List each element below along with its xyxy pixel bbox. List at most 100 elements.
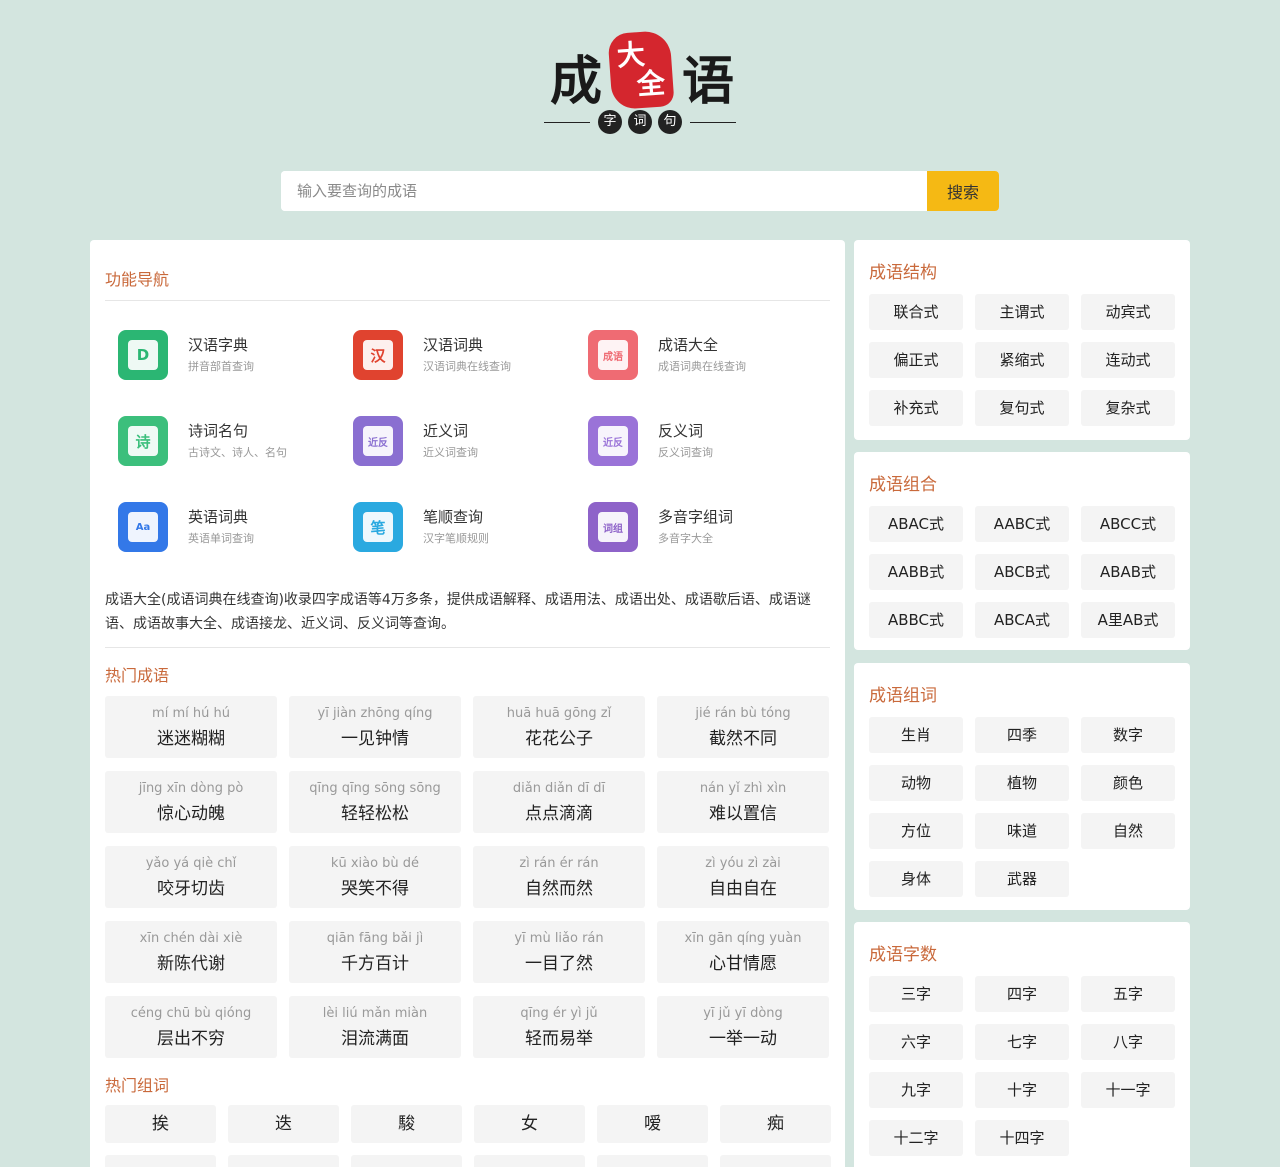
idiom-card[interactable]: jié rán bù tóng 截然不同 xyxy=(657,696,829,758)
idiom-card[interactable]: yī mù liǎo rán 一目了然 xyxy=(473,921,645,983)
combination-chip[interactable]: ABBC式 xyxy=(869,602,963,638)
combination-title: 成语组合 xyxy=(869,475,937,495)
feature-item[interactable]: 近反 反义词 反义词查询 xyxy=(588,416,823,466)
idiom-text: 自由自在 xyxy=(709,879,777,899)
idiom-card[interactable]: yī jiàn zhōng qíng 一见钟情 xyxy=(289,696,461,758)
word-chip[interactable]: 駿 xyxy=(351,1105,462,1143)
structure-chip[interactable]: 紧缩式 xyxy=(975,342,1069,378)
charcount-chip[interactable]: 十一字 xyxy=(1081,1072,1175,1108)
idiom-text: 难以置信 xyxy=(709,804,777,824)
idiom-card[interactable]: kū xiào bù dé 哭笑不得 xyxy=(289,846,461,908)
charcount-chip[interactable]: 八字 xyxy=(1081,1024,1175,1060)
charcount-chip[interactable]: 六字 xyxy=(869,1024,963,1060)
structure-chip[interactable]: 连动式 xyxy=(1081,342,1175,378)
idiom-card[interactable]: yǎo yá qiè chǐ 咬牙切齿 xyxy=(105,846,277,908)
word-chip[interactable] xyxy=(474,1155,585,1167)
feature-desc: 古诗文、诗人、名句 xyxy=(188,446,287,459)
idiom-card[interactable]: qiān fāng bǎi jì 千方百计 xyxy=(289,921,461,983)
wordgroup-chip[interactable]: 生肖 xyxy=(869,717,963,753)
wordgroup-panel: 成语组词 生肖 四季 数字 动物 植物 颜色 方位 味道 自然 身体 武器 xyxy=(854,663,1190,910)
charcount-chip[interactable]: 五字 xyxy=(1081,976,1175,1012)
idiom-card[interactable]: zì yóu zì zài 自由自在 xyxy=(657,846,829,908)
charcount-chip[interactable]: 十二字 xyxy=(869,1120,963,1156)
idiom-card[interactable]: lèi liú mǎn miàn 泪流满面 xyxy=(289,996,461,1058)
site-logo[interactable]: 成 大 全 语 字 词 句 xyxy=(540,28,740,138)
charcount-chip[interactable]: 四字 xyxy=(975,976,1069,1012)
structure-chip[interactable]: 偏正式 xyxy=(869,342,963,378)
word-chip[interactable]: 嗳 xyxy=(597,1105,708,1143)
idiom-card[interactable]: céng chū bù qióng 层出不穷 xyxy=(105,996,277,1058)
structure-chip[interactable]: 复句式 xyxy=(975,390,1069,426)
wordgroup-chip[interactable]: 四季 xyxy=(975,717,1069,753)
wordgroup-chip[interactable]: 动物 xyxy=(869,765,963,801)
wordgroup-chip[interactable]: 方位 xyxy=(869,813,963,849)
feature-name: 反义词 xyxy=(658,422,704,440)
word-chip[interactable] xyxy=(105,1155,216,1167)
idiom-text: 层出不穷 xyxy=(157,1029,225,1049)
feature-item[interactable]: Aa 英语词典 英语单词查询 xyxy=(118,502,353,552)
word-chip[interactable]: 女 xyxy=(474,1105,585,1143)
wordgroup-chip[interactable]: 植物 xyxy=(975,765,1069,801)
combination-chip[interactable]: ABCC式 xyxy=(1081,506,1175,542)
search-input[interactable] xyxy=(281,171,927,211)
charcount-chip[interactable]: 七字 xyxy=(975,1024,1069,1060)
wordgroup-chip[interactable]: 味道 xyxy=(975,813,1069,849)
combination-chip[interactable]: AABC式 xyxy=(975,506,1069,542)
word-chip[interactable] xyxy=(351,1155,462,1167)
idiom-card[interactable]: xīn chén dài xiè 新陈代谢 xyxy=(105,921,277,983)
idiom-pinyin: huā huā gōng zǐ xyxy=(506,706,612,721)
structure-chip[interactable]: 复杂式 xyxy=(1081,390,1175,426)
idiom-card[interactable]: huā huā gōng zǐ 花花公子 xyxy=(473,696,645,758)
idiom-card[interactable]: qīng ér yì jǔ 轻而易举 xyxy=(473,996,645,1058)
wordgroup-chip[interactable]: 颜色 xyxy=(1081,765,1175,801)
combination-chip[interactable]: ABAC式 xyxy=(869,506,963,542)
combination-chip[interactable]: ABCB式 xyxy=(975,554,1069,590)
idiom-card[interactable]: mí mí hú hú 迷迷糊糊 xyxy=(105,696,277,758)
word-chip[interactable]: 挨 xyxy=(105,1105,216,1143)
wordgroup-chip[interactable]: 武器 xyxy=(975,861,1069,897)
structure-chip[interactable]: 补充式 xyxy=(869,390,963,426)
word-chip[interactable] xyxy=(228,1155,339,1167)
stroke-icon: 笔 xyxy=(353,502,403,552)
feature-item[interactable]: 词组 多音字组词 多音字大全 xyxy=(588,502,823,552)
idiom-text: 截然不同 xyxy=(709,729,777,749)
idiom-card[interactable]: xīn gān qíng yuàn 心甘情愿 xyxy=(657,921,829,983)
wordgroup-chip[interactable]: 自然 xyxy=(1081,813,1175,849)
idiom-card[interactable]: diǎn diǎn dī dī 点点滴滴 xyxy=(473,771,645,833)
combination-chip[interactable]: A里AB式 xyxy=(1081,602,1175,638)
search-button[interactable]: 搜索 xyxy=(927,171,999,211)
structure-chip[interactable]: 主谓式 xyxy=(975,294,1069,330)
charcount-chip[interactable]: 九字 xyxy=(869,1072,963,1108)
idiom-text: 一举一动 xyxy=(709,1029,777,1049)
combination-chip[interactable]: AABB式 xyxy=(869,554,963,590)
idiom-card[interactable]: yī jǔ yī dòng 一举一动 xyxy=(657,996,829,1058)
feature-item[interactable]: 近反 近义词 近义词查询 xyxy=(353,416,588,466)
word-chip[interactable]: 痴 xyxy=(720,1105,831,1143)
charcount-chip[interactable]: 十四字 xyxy=(975,1120,1069,1156)
wordgroup-chip[interactable]: 身体 xyxy=(869,861,963,897)
idiom-card[interactable]: qīng qīng sōng sōng 轻轻松松 xyxy=(289,771,461,833)
divider xyxy=(105,647,830,648)
feature-item[interactable]: D 汉语字典 拼音部首查询 xyxy=(118,330,353,380)
structure-chip[interactable]: 联合式 xyxy=(869,294,963,330)
structure-chip[interactable]: 动宾式 xyxy=(1081,294,1175,330)
feature-item[interactable]: 汉汉语词典 汉语词典在线查询 xyxy=(353,330,588,380)
idiom-card[interactable]: zì rán ér rán 自然而然 xyxy=(473,846,645,908)
feature-item[interactable]: 笔笔顺查询 汉字笔顺规则 xyxy=(353,502,588,552)
combination-chip[interactable]: ABAB式 xyxy=(1081,554,1175,590)
wordgroup-chip[interactable]: 数字 xyxy=(1081,717,1175,753)
feature-item[interactable]: 成语 成语大全 成语词典在线查询 xyxy=(588,330,823,380)
combination-chip[interactable]: ABCA式 xyxy=(975,602,1069,638)
word-chip[interactable] xyxy=(597,1155,708,1167)
site-intro: 成语大全(成语词典在线查询)收录四字成语等4万多条，提供成语解释、成语用法、成语… xyxy=(105,592,811,632)
idiom-card[interactable]: nán yǐ zhì xìn 难以置信 xyxy=(657,771,829,833)
charcount-chip[interactable]: 十字 xyxy=(975,1072,1069,1108)
feature-item[interactable]: 诗诗词名句 古诗文、诗人、名句 xyxy=(118,416,353,466)
idiom-card[interactable]: jīng xīn dòng pò 惊心动魄 xyxy=(105,771,277,833)
charcount-chip[interactable]: 三字 xyxy=(869,976,963,1012)
feature-text: 笔顺查询 汉字笔顺规则 xyxy=(423,506,489,548)
word-chip[interactable] xyxy=(720,1155,831,1167)
word-chip[interactable]: 迭 xyxy=(228,1105,339,1143)
feature-name: 多音字组词 xyxy=(658,508,734,526)
logo-line-right xyxy=(690,122,736,123)
